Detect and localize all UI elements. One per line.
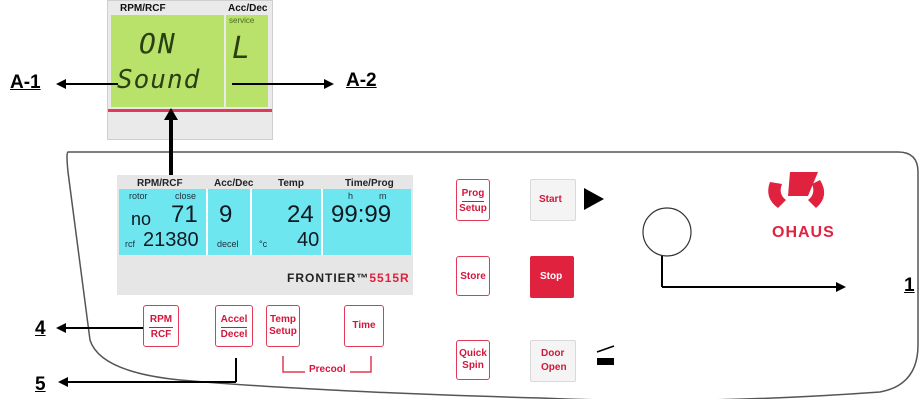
prog-divider (461, 201, 485, 202)
temp-set-value: 40 (297, 229, 320, 251)
temp-btn-label: Temp (270, 314, 296, 325)
rotor-value: no (131, 209, 152, 229)
rpm-rcf-button[interactable]: RPM RCF (143, 305, 179, 347)
display-screen: rotor close no 71 9 24 h m 99:99 rcf 213… (119, 189, 411, 255)
display-divider-1 (206, 189, 208, 255)
brand-name: FRONTIER (287, 271, 357, 285)
display-header-rpm: RPM/RCF (137, 178, 183, 189)
stop-button[interactable]: Stop (530, 256, 574, 298)
start-button[interactable]: Start (530, 179, 576, 221)
door-label: Door (541, 348, 565, 359)
rpm-value: 71 (171, 201, 198, 228)
time-button[interactable]: Time (344, 305, 384, 347)
brand-model: FRONTIER™5515R (287, 271, 410, 285)
display-header-accdec: Acc/Dec (214, 178, 254, 189)
accel-divider (221, 327, 247, 328)
open-label: Open (541, 362, 567, 373)
time-label: Time (352, 320, 376, 331)
callout-4: 4 (35, 318, 46, 339)
display-header-timeprog: Time/Prog (345, 178, 394, 189)
close-label: close (175, 191, 197, 201)
store-button[interactable]: Store (456, 256, 490, 296)
rcf-value: 21380 (143, 229, 199, 251)
precool-label[interactable]: Precool (305, 364, 350, 375)
spin-label: Spin (462, 360, 484, 371)
model-code: 5515R (369, 271, 410, 285)
rotor-label: rotor (129, 191, 148, 201)
temp-setup-button[interactable]: Temp Setup (266, 305, 300, 347)
accel-decel-button[interactable]: Accel Decel (215, 305, 253, 347)
setup-label: Setup (459, 203, 487, 214)
main-display: RPM/RCF Acc/Dec Temp Time/Prog rotor clo… (117, 175, 413, 295)
time-value: 99:99 (331, 201, 392, 228)
store-label: Store (460, 271, 486, 282)
quick-spin-button[interactable]: Quick Spin (456, 340, 490, 380)
prog-label: Prog (461, 188, 485, 199)
door-open-button[interactable]: Door Open (530, 340, 576, 382)
temp-setup-label: Setup (269, 326, 297, 337)
display-divider-2 (250, 189, 252, 255)
ohaus-logo-icon (768, 172, 825, 208)
callout-5: 5 (35, 374, 46, 395)
decel-btn-label: Decel (220, 329, 248, 340)
callout-a1: A-1 (10, 72, 41, 93)
temp-value: 24 (287, 201, 314, 228)
accel-label: Accel (220, 314, 248, 325)
time-m-label: m (379, 191, 387, 201)
callout-a2: A-2 (346, 70, 377, 91)
stop-label: Stop (540, 271, 563, 282)
rcf-label: rcf (125, 239, 135, 249)
prog-setup-button[interactable]: Prog Setup (456, 179, 490, 221)
control-knob[interactable] (643, 208, 691, 256)
start-label: Start (539, 194, 562, 205)
accdec-value: 9 (219, 201, 233, 228)
rpm-label: RPM (149, 314, 173, 325)
celsius-label: °c (259, 239, 268, 249)
callout-1: 1 (904, 275, 915, 296)
decel-label: decel (217, 239, 239, 249)
display-header-temp: Temp (278, 178, 304, 189)
rpm-divider (149, 327, 173, 328)
time-h-label: h (348, 191, 354, 201)
ohaus-logo-text: OHAUS (772, 224, 835, 241)
brand-tm: ™ (356, 271, 370, 285)
display-divider-3 (321, 189, 323, 255)
quick-label: Quick (459, 348, 487, 359)
rcf-btn-label: RCF (150, 329, 172, 340)
